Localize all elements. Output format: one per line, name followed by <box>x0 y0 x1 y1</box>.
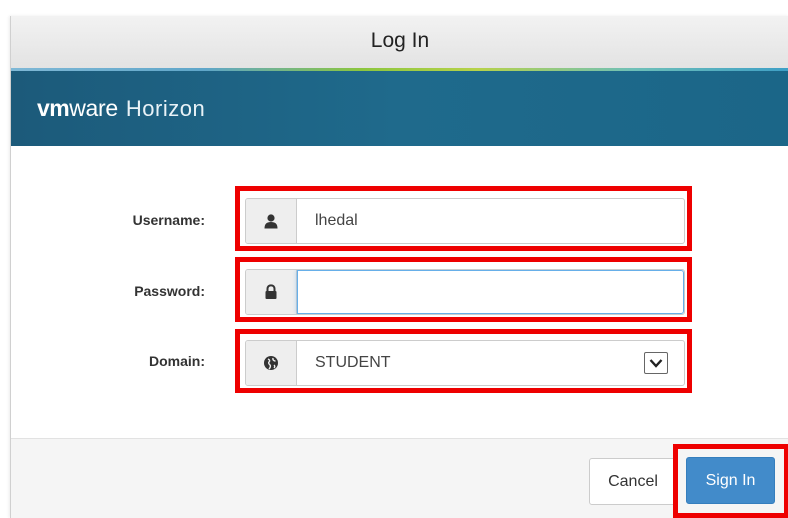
dialog-titlebar: Log In <box>11 16 788 69</box>
sign-in-highlight-box <box>673 444 788 518</box>
domain-highlight-box <box>235 329 692 393</box>
cancel-button[interactable]: Cancel <box>589 458 677 505</box>
login-dialog: Log In vmware Horizon Username: lhedal Pa… <box>10 16 788 518</box>
vmware-horizon-logo: vmware Horizon <box>37 95 206 121</box>
username-highlight-box <box>235 186 692 251</box>
brand-banner: vmware Horizon <box>11 71 788 146</box>
password-label: Password: <box>134 283 205 299</box>
username-label: Username: <box>132 212 205 228</box>
dialog-title: Log In <box>370 29 430 52</box>
domain-label: Domain: <box>149 353 205 369</box>
password-highlight-box <box>235 257 692 322</box>
product-name: Horizon <box>125 96 206 121</box>
